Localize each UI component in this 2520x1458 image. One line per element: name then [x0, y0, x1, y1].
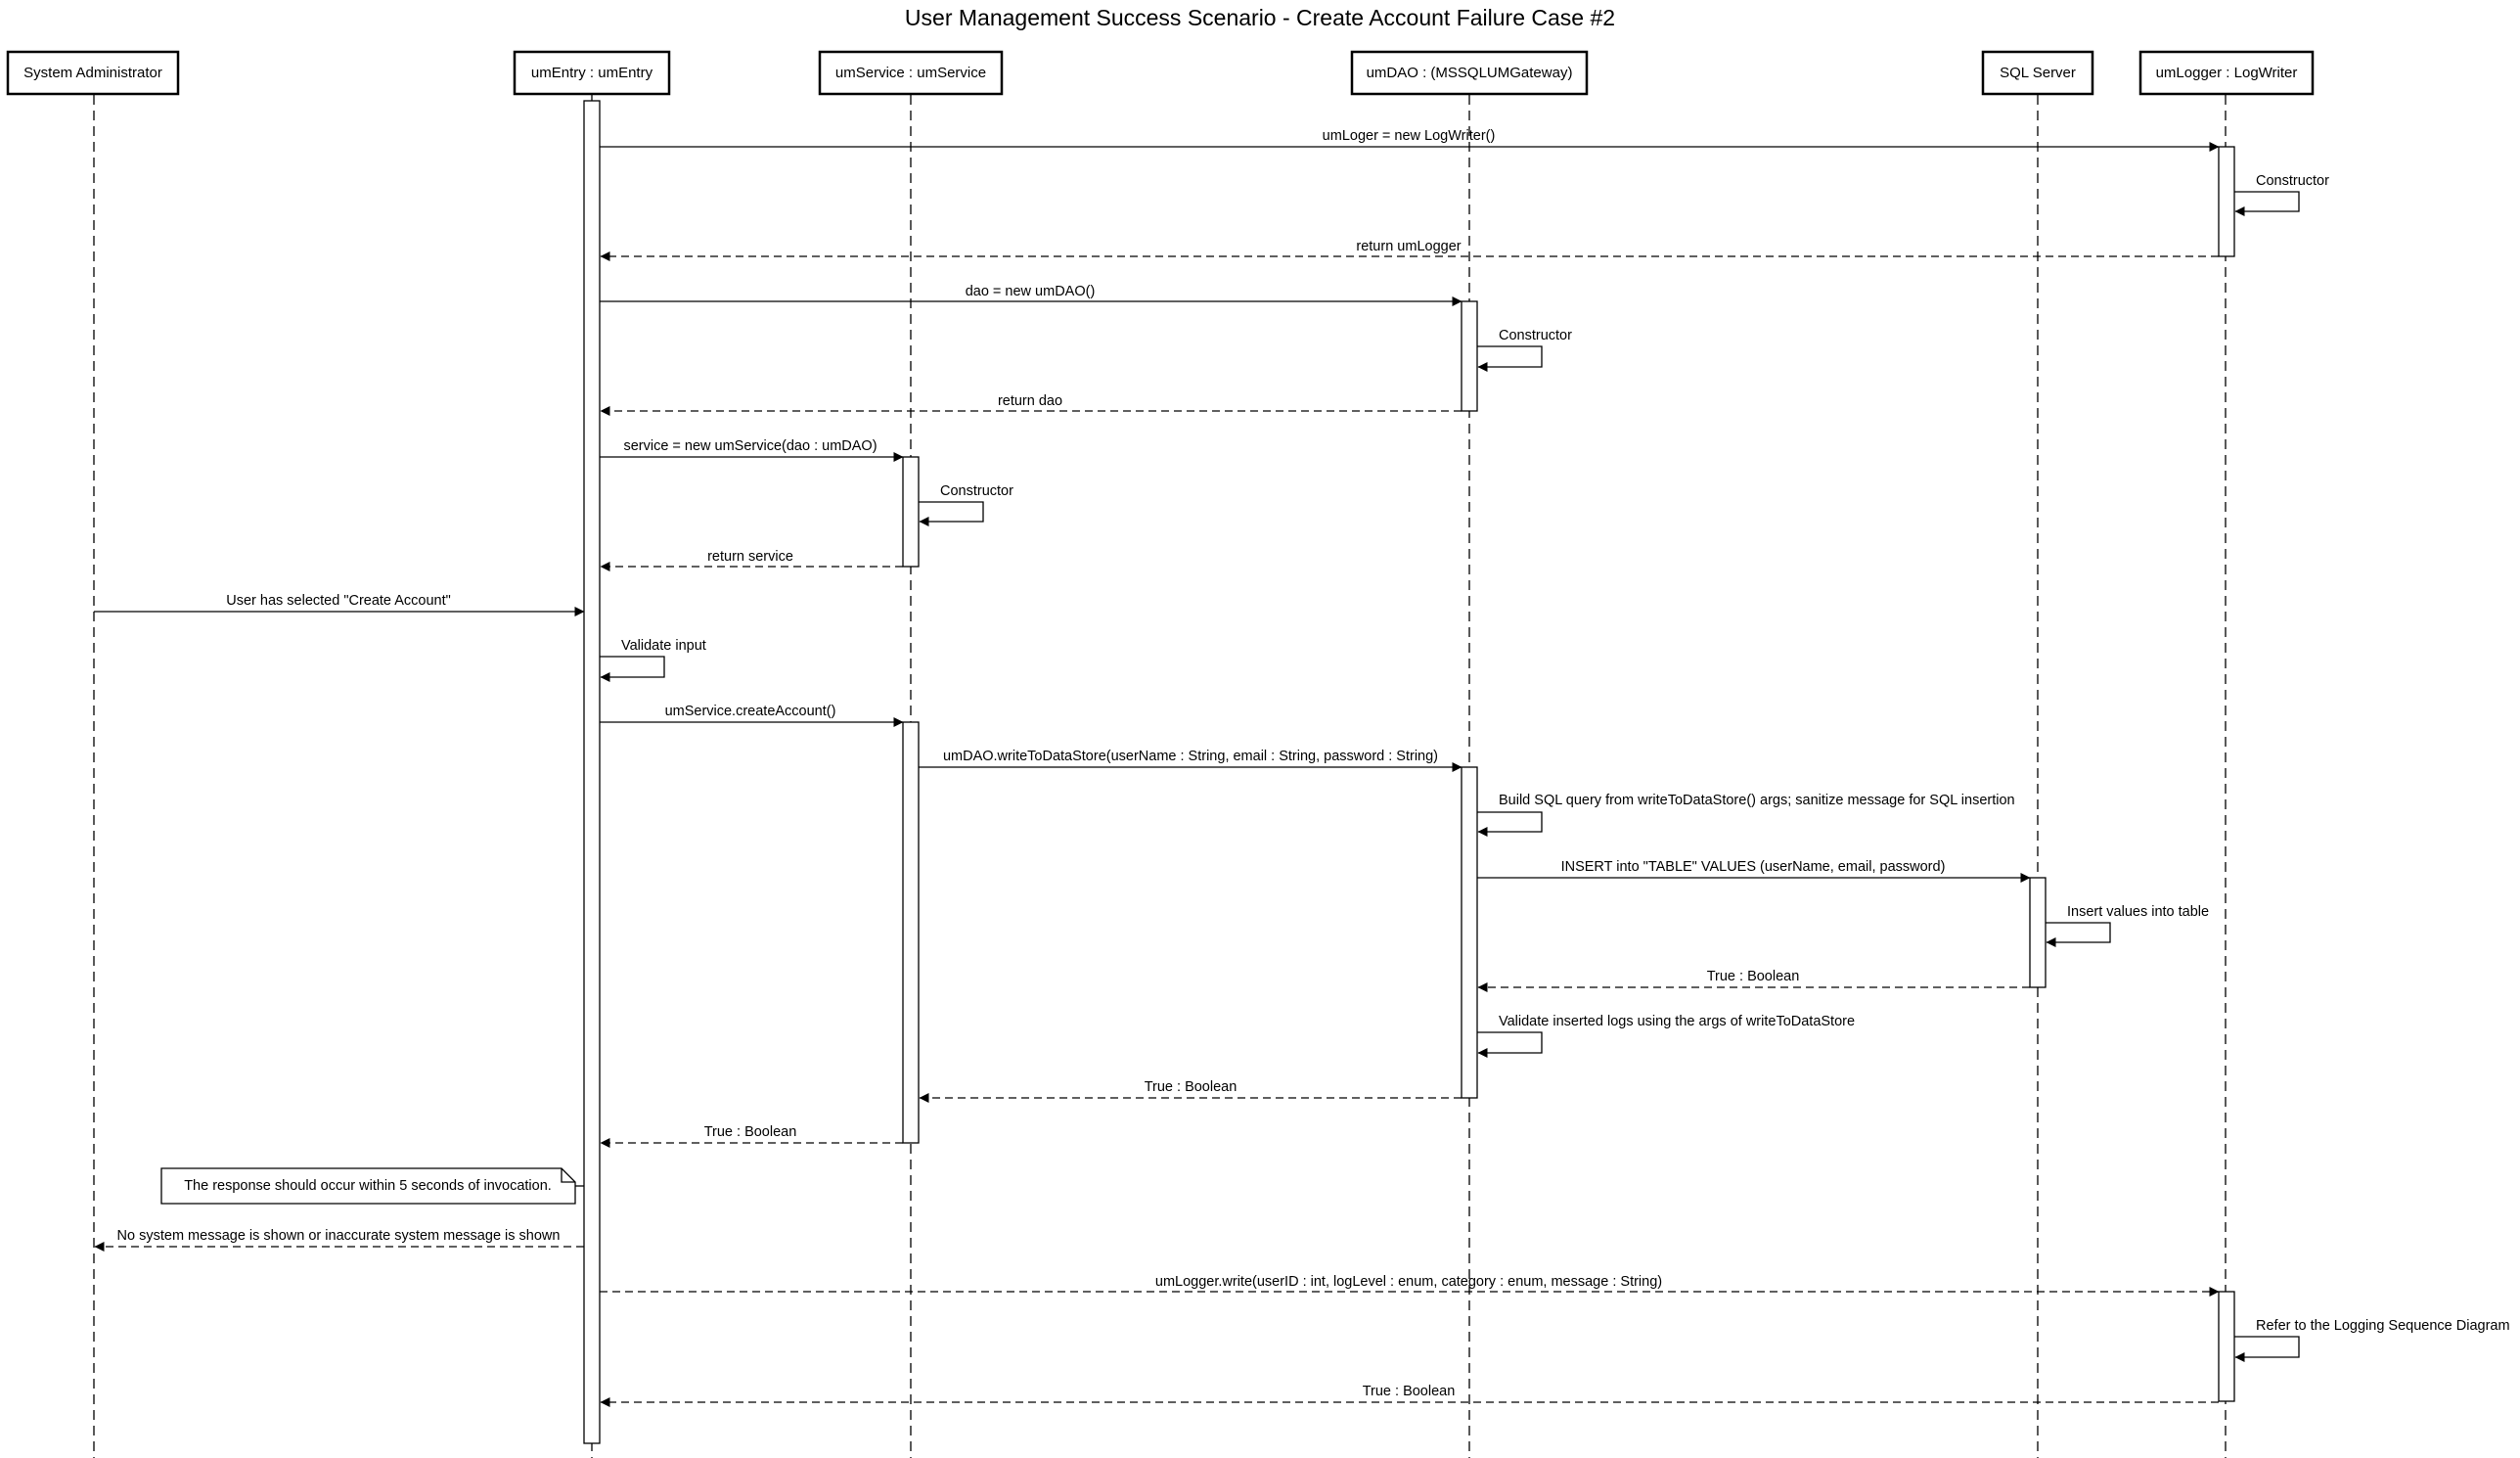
self-message-arrow — [919, 501, 984, 526]
activation-logger-write — [2218, 1291, 2235, 1402]
participant-label: System Administrator — [23, 65, 162, 81]
message-label: Validate inserted logs using the args of… — [1499, 1014, 1855, 1029]
message-label: return umLogger — [1356, 239, 1461, 254]
message-label: True : Boolean — [1363, 1384, 1456, 1399]
message-label: Insert values into table — [2067, 904, 2209, 920]
activation-dao-constructor — [1461, 300, 1478, 412]
self-message-arrow — [2046, 922, 2111, 947]
message-label: umDAO.writeToDataStore(userName : String… — [943, 749, 1438, 764]
activation-dao-write — [1461, 766, 1478, 1099]
message-label: service = new umService(dao : umDAO) — [623, 438, 877, 454]
participants: System Administrator umEntry : umEntry u… — [6, 50, 2315, 96]
message-label: Validate input — [621, 638, 706, 654]
participant-admin: System Administrator — [6, 50, 180, 96]
message-label: INSERT into "TABLE" VALUES (userName, em… — [1561, 859, 1946, 875]
participant-label: umEntry : umEntry — [531, 65, 653, 81]
message-label: return dao — [998, 393, 1062, 409]
message-label: Build SQL query from writeToDataStore() … — [1499, 793, 2015, 808]
timing-note: The response should occur within 5 secon… — [160, 1167, 584, 1205]
activation-sql — [2029, 877, 2047, 988]
activation-service-constructor — [902, 456, 920, 568]
messages — [94, 142, 2300, 1407]
self-message-arrow — [600, 656, 665, 682]
participant-label: SQL Server — [2000, 65, 2076, 81]
participant-sql: SQL Server — [1981, 50, 2094, 96]
self-message-arrow — [2234, 191, 2300, 216]
sequence-diagram: User Management Success Scenario - Creat… — [6, 5, 2510, 1458]
message-label: dao = new umDAO() — [966, 284, 1096, 299]
participant-entry: umEntry : umEntry — [513, 50, 671, 96]
note-label: The response should occur within 5 secon… — [184, 1178, 552, 1194]
message-label: Constructor — [1499, 328, 1572, 343]
activation-service-create — [902, 721, 920, 1144]
participant-service: umService : umService — [818, 50, 1004, 96]
participant-logger: umLogger : LogWriter — [2138, 50, 2315, 96]
self-message-arrow — [1477, 811, 1543, 837]
message-label: True : Boolean — [704, 1124, 797, 1140]
participant-label: umLogger : LogWriter — [2156, 65, 2298, 81]
message-label: Constructor — [940, 483, 1013, 499]
participant-label: umDAO : (MSSQLUMGateway) — [1367, 65, 1573, 81]
participant-dao: umDAO : (MSSQLUMGateway) — [1350, 50, 1589, 96]
message-label: Constructor — [2256, 173, 2329, 189]
message-label: umLogger.write(userID : int, logLevel : … — [1155, 1274, 1662, 1290]
participant-label: umService : umService — [835, 65, 986, 81]
self-message-arrow — [2234, 1336, 2300, 1362]
activation-entry — [583, 100, 601, 1444]
message-label: True : Boolean — [1707, 969, 1800, 984]
message-label: Refer to the Logging Sequence Diagram — [2256, 1318, 2510, 1334]
message-label: True : Boolean — [1145, 1079, 1238, 1095]
message-label: return service — [707, 549, 793, 565]
message-labels: umLoger = new LogWriter() Constructor re… — [117, 128, 2510, 1399]
self-message-arrow — [1477, 1031, 1543, 1058]
activations — [583, 100, 2235, 1444]
message-label: No system message is shown or inaccurate… — [117, 1228, 561, 1244]
activation-logger-constructor — [2218, 146, 2235, 257]
message-label: User has selected "Create Account" — [226, 593, 451, 609]
diagram-title: User Management Success Scenario - Creat… — [905, 5, 1615, 30]
self-message-arrow — [1477, 345, 1543, 372]
message-label: umService.createAccount() — [665, 704, 836, 719]
lifelines — [93, 95, 2227, 1458]
message-label: umLoger = new LogWriter() — [1323, 128, 1496, 144]
